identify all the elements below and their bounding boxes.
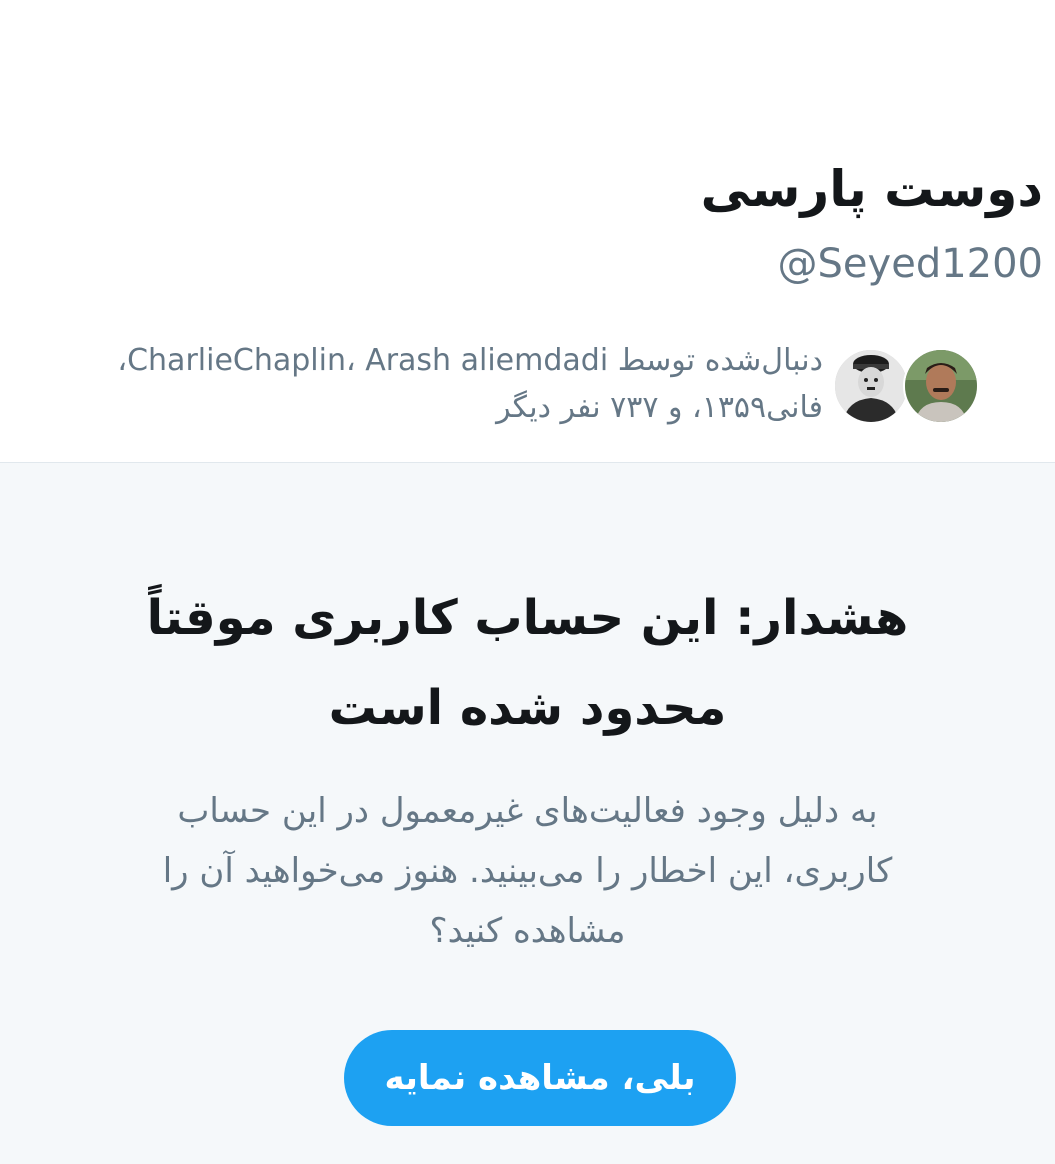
warning-message-line: به دلیل وجود فعالیت‌های غیرمعمول در این … <box>177 791 878 831</box>
profile-header: دوست پارسی @Seyed1200 <box>0 0 1055 462</box>
follower-names[interactable]: CharlieChaplin، Arash aliemdadi، <box>117 343 608 378</box>
restricted-account-warning: هشدار: این حساب کاربری موقتاً محدود شده … <box>0 463 1055 1164</box>
portrait-photo-icon <box>905 350 977 422</box>
warning-title-line: محدود شده است <box>328 680 727 736</box>
follower-avatar[interactable] <box>833 348 909 424</box>
warning-message: به دلیل وجود فعالیت‌های غیرمعمول در این … <box>100 781 955 961</box>
follower-avatars[interactable] <box>833 348 979 424</box>
user-handle: @Seyed1200 <box>777 241 1043 287</box>
followed-by-others: فانی۱۳۵۹، و ۷۳۷ نفر دیگر <box>496 390 823 425</box>
warning-message-line: کاربری، این اخطار را می‌بینید. هنوز می‌خ… <box>162 851 893 891</box>
follower-avatar[interactable] <box>903 348 979 424</box>
portrait-photo-icon <box>835 350 907 422</box>
warning-title-line: هشدار: این حساب کاربری موقتاً <box>146 590 909 646</box>
warning-message-line: مشاهده کنید؟ <box>429 911 626 951</box>
view-profile-button[interactable]: بلی، مشاهده نمایه <box>344 1030 736 1126</box>
followed-by-text[interactable]: دنبال‌شده توسط CharlieChaplin، Arash ali… <box>23 337 823 431</box>
warning-title: هشدار: این حساب کاربری موقتاً محدود شده … <box>80 573 975 753</box>
display-name: دوست پارسی <box>700 160 1043 218</box>
followed-by-prefix: دنبال‌شده توسط <box>608 343 823 378</box>
